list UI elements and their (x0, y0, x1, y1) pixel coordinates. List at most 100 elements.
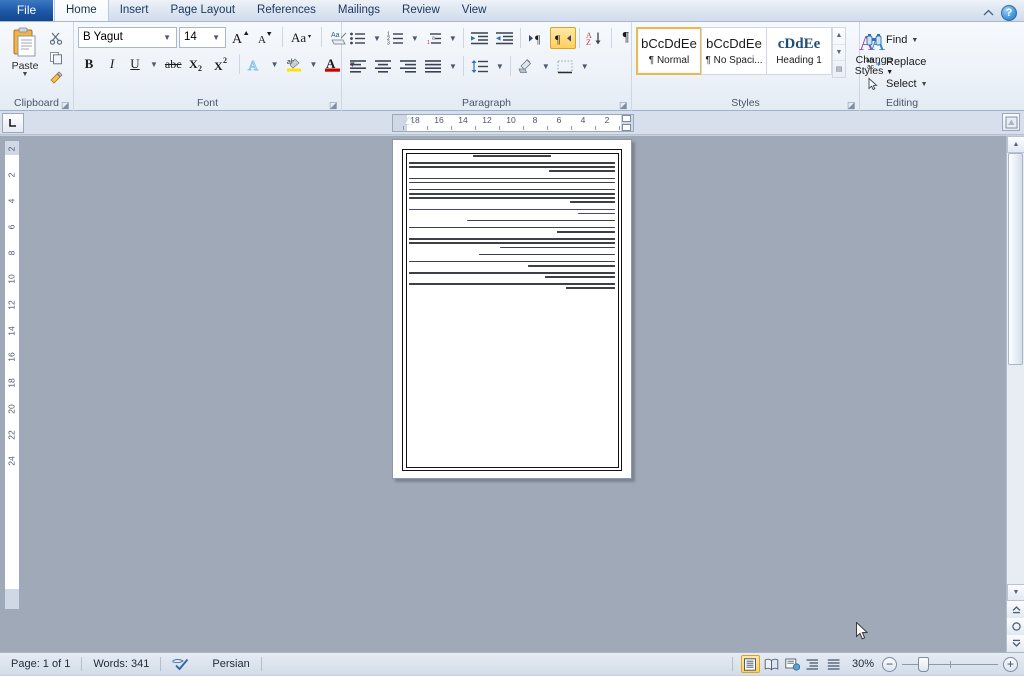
highlight-icon[interactable]: ab (283, 53, 306, 75)
increase-indent-icon[interactable] (492, 27, 517, 49)
bullets-icon[interactable] (346, 27, 370, 49)
style-no-spacing[interactable]: bCcDdEe ¶ No Spaci... (701, 27, 767, 75)
paintbrush-icon[interactable] (46, 69, 66, 87)
select-browse-object-icon[interactable] (1007, 618, 1024, 635)
status-language[interactable]: Persian (201, 653, 260, 676)
vertical-scroll-thumb[interactable] (1008, 153, 1023, 365)
view-outline[interactable] (804, 655, 823, 673)
hanging-indent-marker[interactable] (405, 117, 413, 124)
document-text-area[interactable] (409, 155, 615, 463)
tab-insert[interactable]: Insert (109, 0, 160, 21)
zoom-slider[interactable] (902, 657, 998, 672)
vertical-ruler[interactable]: 224681012141618202224 (4, 140, 20, 610)
paste-button[interactable]: Paste ▼ (4, 27, 46, 87)
multilevel-list-icon[interactable]: a 1 (422, 27, 446, 49)
more-styles-icon[interactable]: ▤ (833, 61, 845, 77)
paragraph-dialog-launcher[interactable]: ◪ (619, 100, 629, 110)
tab-references[interactable]: References (246, 0, 327, 21)
document-paragraph[interactable] (409, 227, 615, 233)
view-full-screen-reading[interactable] (762, 655, 781, 673)
document-paragraph[interactable] (409, 162, 615, 172)
font-dialog-launcher[interactable]: ◪ (329, 100, 339, 110)
borders-dropdown-arrow[interactable]: ▼ (578, 62, 592, 71)
scroll-up-icon[interactable]: ▲ (1007, 136, 1024, 153)
change-case-icon[interactable]: Aa (288, 26, 316, 48)
document-page[interactable] (392, 139, 632, 479)
previous-page-icon[interactable] (1007, 601, 1024, 618)
zoom-slider-thumb[interactable] (918, 657, 929, 672)
zoom-out-button[interactable]: − (882, 657, 897, 672)
shrink-font-icon[interactable]: A (254, 26, 277, 48)
superscript-button[interactable]: X2 (211, 53, 235, 75)
copy-icon[interactable] (46, 49, 66, 67)
find-button[interactable]: Find ▼ (864, 29, 918, 51)
multilevel-dropdown-arrow[interactable]: ▼ (446, 34, 460, 43)
underline-button[interactable]: U (124, 53, 146, 75)
document-paragraph[interactable] (409, 261, 615, 267)
align-right-icon[interactable] (396, 55, 421, 77)
document-paragraph[interactable] (409, 189, 615, 203)
select-dropdown-arrow[interactable]: ▼ (921, 81, 928, 88)
tab-review[interactable]: Review (391, 0, 451, 21)
view-draft[interactable] (825, 655, 844, 673)
italic-button[interactable]: I (101, 53, 123, 75)
replace-button[interactable]: ab ac Replace (864, 51, 926, 73)
paste-dropdown-arrow[interactable]: ▼ (22, 72, 29, 77)
zoom-level-label[interactable]: 30% (846, 658, 882, 670)
document-paragraph[interactable] (409, 155, 615, 157)
document-paragraph[interactable] (409, 178, 615, 184)
borders-icon[interactable] (553, 55, 578, 77)
font-name-combobox[interactable]: B Yagut ▼ (78, 27, 177, 48)
left-to-right-text-icon[interactable]: ¶ (524, 27, 550, 49)
help-icon[interactable]: ? (1001, 5, 1017, 21)
document-paragraph[interactable] (409, 283, 615, 289)
vertical-scrollbar[interactable]: ▲ ▼ (1006, 136, 1024, 652)
line-spacing-icon[interactable] (467, 55, 493, 77)
tab-mailings[interactable]: Mailings (327, 0, 391, 21)
scroll-up-icon[interactable]: ▲ (833, 28, 845, 45)
view-print-layout[interactable] (741, 655, 760, 673)
view-ruler-icon[interactable] (1002, 113, 1020, 131)
highlight-dropdown-arrow[interactable]: ▼ (307, 60, 321, 69)
text-effects-dropdown-arrow[interactable]: ▼ (268, 60, 282, 69)
numbering-icon[interactable]: 1 2 3 (384, 27, 408, 49)
tab-file[interactable]: File (0, 0, 54, 21)
style-heading-1[interactable]: cDdEe Heading 1 (766, 27, 832, 75)
scroll-down-icon[interactable]: ▼ (833, 45, 845, 62)
font-color-icon[interactable]: A (321, 53, 344, 75)
find-dropdown-arrow[interactable]: ▼ (911, 37, 918, 44)
font-size-combobox[interactable]: 14 ▼ (179, 27, 226, 48)
right-to-left-text-icon[interactable]: ¶ (550, 27, 576, 49)
document-paragraph[interactable] (409, 220, 615, 222)
left-indent-marker[interactable] (622, 124, 631, 131)
tab-stop-left-icon[interactable] (2, 113, 24, 133)
style-normal[interactable]: bCcDdEe ¶ Normal (636, 27, 702, 75)
minimize-ribbon-icon[interactable] (983, 9, 994, 17)
vertical-scroll-track[interactable] (1007, 153, 1024, 584)
justify-icon[interactable] (421, 55, 446, 77)
line-spacing-dropdown-arrow[interactable]: ▼ (493, 62, 507, 71)
select-button[interactable]: Select ▼ (864, 73, 928, 95)
first-line-indent-marker[interactable] (622, 115, 631, 122)
chevron-down-icon[interactable]: ▼ (160, 33, 174, 42)
shading-dropdown-arrow[interactable]: ▼ (539, 62, 553, 71)
text-effects-icon[interactable]: A (244, 53, 267, 75)
bold-button[interactable]: B (78, 53, 100, 75)
status-proofing[interactable] (161, 653, 201, 676)
subscript-button[interactable]: X2 (186, 53, 210, 75)
document-paragraph[interactable] (409, 254, 615, 256)
status-page-number[interactable]: Page: 1 of 1 (0, 653, 81, 676)
clipboard-dialog-launcher[interactable]: ◪ (61, 100, 71, 110)
next-page-icon[interactable] (1007, 635, 1024, 652)
scissors-icon[interactable] (46, 29, 66, 47)
tab-view[interactable]: View (451, 0, 498, 21)
document-paragraph[interactable] (409, 209, 615, 215)
grow-font-icon[interactable]: A (228, 26, 252, 48)
styles-dialog-launcher[interactable]: ◪ (847, 100, 857, 110)
scroll-down-icon[interactable]: ▼ (1007, 584, 1024, 601)
tab-page-layout[interactable]: Page Layout (159, 0, 246, 21)
underline-dropdown-arrow[interactable]: ▼ (147, 60, 161, 69)
decrease-indent-icon[interactable] (467, 27, 492, 49)
strikethrough-button[interactable]: abc (162, 53, 185, 75)
zoom-in-button[interactable]: + (1003, 657, 1018, 672)
